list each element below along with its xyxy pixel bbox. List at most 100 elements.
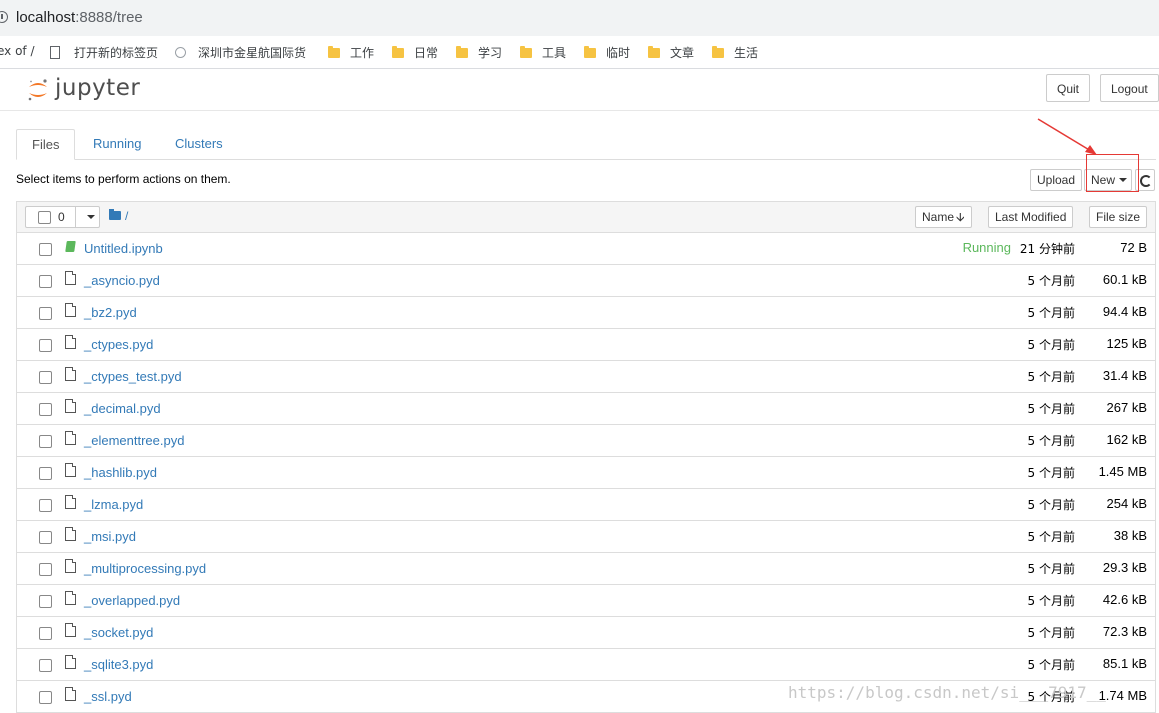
bookmark-folder[interactable]: 工具 bbox=[520, 44, 566, 60]
modified-time: 5 个月前 bbox=[1027, 498, 1075, 512]
table-row[interactable]: _lzma.pyd 5 个月前 254 kB bbox=[16, 489, 1156, 521]
row-checkbox[interactable] bbox=[39, 467, 52, 480]
selection-hint: Select items to perform actions on them. bbox=[16, 172, 231, 186]
file-link[interactable]: _ctypes_test.pyd bbox=[84, 369, 182, 384]
bookmark-folder[interactable]: 文章 bbox=[648, 44, 694, 60]
logout-button[interactable]: Logout bbox=[1100, 74, 1159, 102]
table-row[interactable]: _asyncio.pyd 5 个月前 60.1 kB bbox=[16, 265, 1156, 297]
sort-name-button[interactable]: Name 🡫 bbox=[915, 206, 972, 228]
folder-icon[interactable] bbox=[109, 209, 121, 220]
row-checkbox[interactable] bbox=[39, 659, 52, 672]
bookmark-item[interactable]: ex of / bbox=[0, 44, 35, 60]
file-size: 60.1 kB bbox=[1102, 272, 1147, 287]
bookmark-label: 日常 bbox=[414, 46, 439, 60]
tab-files[interactable]: Files bbox=[16, 129, 76, 160]
table-row[interactable]: _ssl.pyd 5 个月前 1.74 MB bbox=[16, 681, 1156, 713]
browser-address-bar[interactable]: localhost:8888/tree bbox=[0, 0, 1159, 36]
row-checkbox[interactable] bbox=[39, 435, 52, 448]
table-row[interactable]: _bz2.pyd 5 个月前 94.4 kB bbox=[16, 297, 1156, 329]
row-checkbox[interactable] bbox=[39, 531, 52, 544]
row-checkbox[interactable] bbox=[39, 307, 52, 320]
selected-count: 0 bbox=[58, 210, 65, 224]
table-row[interactable]: _ctypes_test.pyd 5 个月前 31.4 kB bbox=[16, 361, 1156, 393]
table-row[interactable]: _hashlib.pyd 5 个月前 1.45 MB bbox=[16, 457, 1156, 489]
highlight-box bbox=[1086, 154, 1139, 192]
breadcrumb[interactable]: / bbox=[125, 209, 128, 223]
table-row[interactable]: _sqlite3.pyd 5 个月前 85.1 kB bbox=[16, 649, 1156, 681]
file-icon bbox=[65, 655, 76, 669]
table-row[interactable]: _msi.pyd 5 个月前 38 kB bbox=[16, 521, 1156, 553]
modified-time: 5 个月前 bbox=[1027, 274, 1075, 288]
row-checkbox[interactable] bbox=[39, 627, 52, 640]
file-icon bbox=[65, 527, 76, 541]
bookmark-folder[interactable]: 学习 bbox=[456, 44, 502, 60]
file-link[interactable]: _ctypes.pyd bbox=[84, 337, 153, 352]
bookmark-item[interactable]: 深圳市金星航国际货 bbox=[175, 44, 306, 60]
table-row[interactable]: Untitled.ipynb Running 21 分钟前 72 B bbox=[16, 233, 1156, 265]
file-link[interactable]: _socket.pyd bbox=[84, 625, 153, 640]
folder-icon bbox=[392, 46, 404, 58]
modified-time: 5 个月前 bbox=[1027, 658, 1075, 672]
row-checkbox[interactable] bbox=[39, 563, 52, 576]
table-row[interactable]: _multiprocessing.pyd 5 个月前 29.3 kB bbox=[16, 553, 1156, 585]
file-icon bbox=[65, 431, 76, 445]
table-row[interactable]: _ctypes.pyd 5 个月前 125 kB bbox=[16, 329, 1156, 361]
row-checkbox[interactable] bbox=[39, 339, 52, 352]
file-size: 267 kB bbox=[1106, 400, 1147, 415]
row-checkbox[interactable] bbox=[39, 499, 52, 512]
table-row[interactable]: _elementtree.pyd 5 个月前 162 kB bbox=[16, 425, 1156, 457]
table-row[interactable]: _decimal.pyd 5 个月前 267 kB bbox=[16, 393, 1156, 425]
sort-name-label: Name bbox=[922, 210, 955, 224]
red-arrow-icon bbox=[1037, 118, 1097, 155]
row-checkbox[interactable] bbox=[39, 403, 52, 416]
table-row[interactable]: _socket.pyd 5 个月前 72.3 kB bbox=[16, 617, 1156, 649]
bookmark-label: 文章 bbox=[670, 46, 695, 60]
file-link[interactable]: _msi.pyd bbox=[84, 529, 136, 544]
jupyter-logo-icon bbox=[28, 79, 47, 101]
row-checkbox[interactable] bbox=[39, 371, 52, 384]
folder-icon bbox=[584, 46, 596, 58]
bookmark-label: ex of / bbox=[0, 44, 35, 58]
modified-time: 5 个月前 bbox=[1027, 626, 1075, 640]
file-link[interactable]: _multiprocessing.pyd bbox=[84, 561, 206, 576]
file-link[interactable]: _ssl.pyd bbox=[84, 689, 132, 704]
file-icon bbox=[65, 623, 76, 637]
select-all-group[interactable]: 0 bbox=[25, 206, 100, 228]
bookmark-label: 工作 bbox=[350, 46, 375, 60]
row-checkbox[interactable] bbox=[39, 595, 52, 608]
file-link[interactable]: _bz2.pyd bbox=[84, 305, 137, 320]
row-checkbox[interactable] bbox=[39, 691, 52, 704]
sort-file-size-button[interactable]: File size bbox=[1089, 206, 1148, 228]
bookmark-folder[interactable]: 临时 bbox=[584, 44, 630, 60]
select-all-checkbox[interactable] bbox=[38, 211, 51, 224]
quit-button[interactable]: Quit bbox=[1046, 74, 1091, 102]
bookmark-item[interactable]: 打开新的标签页 bbox=[50, 44, 158, 60]
file-link[interactable]: _elementtree.pyd bbox=[84, 433, 184, 448]
table-row[interactable]: _overlapped.pyd 5 个月前 42.6 kB bbox=[16, 585, 1156, 617]
jupyter-header: jupyter Quit Logout bbox=[0, 69, 1159, 111]
file-link[interactable]: _decimal.pyd bbox=[84, 401, 161, 416]
file-link[interactable]: _lzma.pyd bbox=[84, 497, 143, 512]
modified-time: 5 个月前 bbox=[1027, 370, 1075, 384]
row-checkbox[interactable] bbox=[39, 243, 52, 256]
file-icon bbox=[65, 367, 76, 381]
file-link[interactable]: Untitled.ipynb bbox=[84, 241, 163, 256]
info-icon[interactable] bbox=[0, 11, 8, 23]
url-field[interactable]: localhost:8888/tree bbox=[16, 9, 143, 26]
row-checkbox[interactable] bbox=[39, 275, 52, 288]
caret-down-icon[interactable] bbox=[87, 215, 95, 219]
upload-button[interactable]: Upload bbox=[1030, 169, 1083, 191]
file-link[interactable]: _asyncio.pyd bbox=[84, 273, 160, 288]
tab-running[interactable]: Running bbox=[78, 129, 156, 159]
file-link[interactable]: _sqlite3.pyd bbox=[84, 657, 153, 672]
bookmark-folder[interactable]: 日常 bbox=[392, 44, 438, 60]
file-size: 85.1 kB bbox=[1102, 656, 1147, 671]
bookmark-folder[interactable]: 工作 bbox=[328, 44, 374, 60]
bookmark-folder[interactable]: 生活 bbox=[712, 44, 758, 60]
file-link[interactable]: _hashlib.pyd bbox=[84, 465, 157, 480]
file-list-header: 0 / Name 🡫 Last Modified File size bbox=[16, 201, 1156, 233]
sort-last-modified-button[interactable]: Last Modified bbox=[988, 206, 1074, 228]
jupyter-logo[interactable]: jupyter bbox=[27, 75, 147, 105]
tab-clusters[interactable]: Clusters bbox=[160, 129, 238, 159]
file-link[interactable]: _overlapped.pyd bbox=[84, 593, 180, 608]
